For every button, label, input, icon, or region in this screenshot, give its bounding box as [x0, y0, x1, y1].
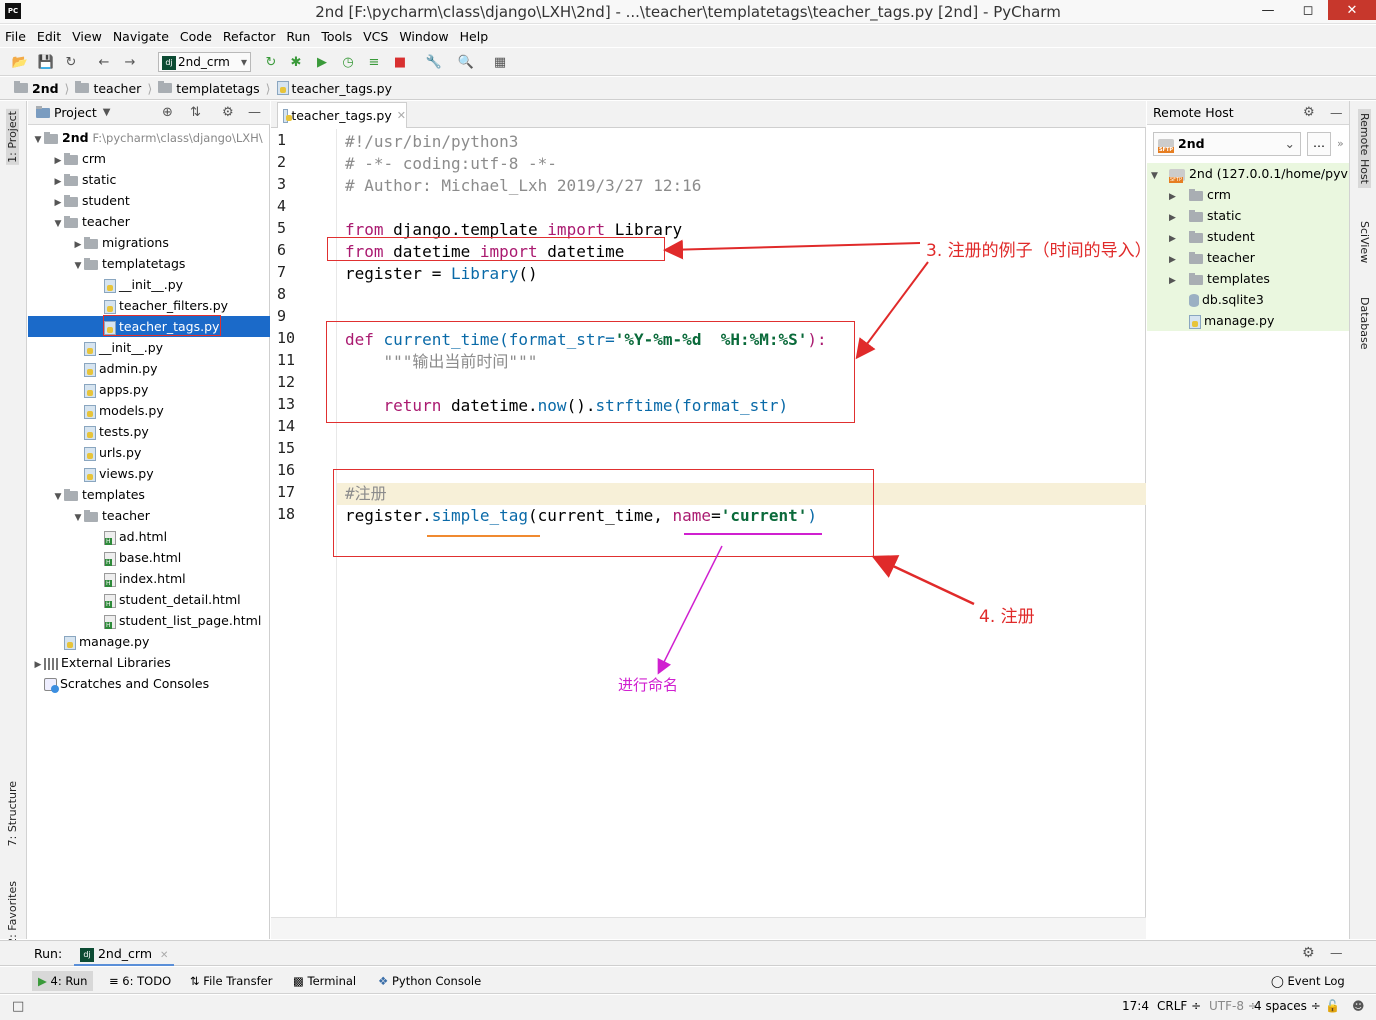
- annotation-note-3: 3. 注册的例子（时间的导入）: [926, 241, 1152, 261]
- annotation-note-4: 4. 注册: [979, 607, 1035, 627]
- annotation-arrows: [427, 239, 975, 675]
- annotation-note-name: 进行命名: [618, 676, 679, 694]
